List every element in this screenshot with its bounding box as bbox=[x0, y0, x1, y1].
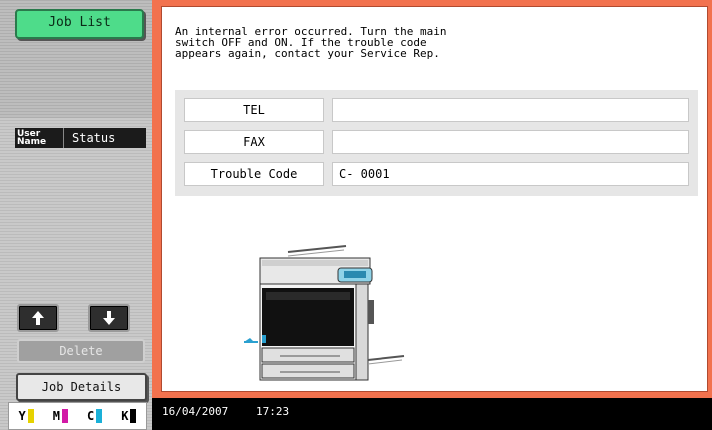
printer-illustration bbox=[244, 245, 405, 381]
time-display: 17:23 bbox=[256, 405, 290, 418]
error-message: An internal error occurred. Turn the mai… bbox=[175, 25, 447, 60]
tel-value bbox=[332, 98, 689, 122]
toner-yellow: Y bbox=[19, 409, 34, 423]
toner-magenta: M bbox=[53, 409, 68, 423]
job-list-button[interactable]: Job List bbox=[15, 9, 144, 39]
toner-letter: M bbox=[52, 409, 60, 423]
toner-magenta-swatch bbox=[61, 409, 68, 423]
contact-info-table: TEL FAX Trouble Code C- 0001 bbox=[175, 90, 698, 196]
toner-cyan-swatch bbox=[96, 409, 103, 423]
status-column-label: Status bbox=[63, 128, 146, 148]
toner-letter: K bbox=[121, 409, 129, 423]
fax-label: FAX bbox=[184, 130, 324, 154]
toner-black-swatch bbox=[130, 409, 137, 423]
scroll-down-button[interactable] bbox=[88, 304, 130, 332]
toner-yellow-swatch bbox=[27, 409, 34, 423]
scroll-up-button[interactable] bbox=[17, 304, 59, 332]
delete-button[interactable]: Delete bbox=[17, 339, 145, 363]
toner-level-indicator: Y M C K bbox=[8, 402, 147, 430]
fax-row: FAX bbox=[184, 130, 689, 154]
toner-letter: C bbox=[87, 409, 95, 423]
status-bar: 16/04/2007 17:23 bbox=[152, 398, 712, 430]
tel-row: TEL bbox=[184, 98, 689, 122]
fax-value bbox=[332, 130, 689, 154]
left-sidebar: Job List User Name Status Delete Job Det… bbox=[0, 0, 152, 430]
user-name-column-label: User Name bbox=[17, 129, 47, 147]
job-details-button[interactable]: Job Details bbox=[16, 373, 147, 401]
date-display: 16/04/2007 bbox=[162, 405, 229, 418]
trouble-code-row: Trouble Code C- 0001 bbox=[184, 162, 689, 186]
trouble-code-value: C- 0001 bbox=[332, 162, 689, 186]
tel-label: TEL bbox=[184, 98, 324, 122]
trouble-code-label: Trouble Code bbox=[184, 162, 324, 186]
toner-black: K bbox=[121, 409, 137, 423]
arrow-up-icon bbox=[32, 311, 44, 325]
arrow-down-icon bbox=[103, 311, 115, 325]
user-status-header: User Name Status bbox=[15, 128, 146, 148]
toner-letter: Y bbox=[18, 409, 26, 423]
toner-cyan: C bbox=[87, 409, 103, 423]
